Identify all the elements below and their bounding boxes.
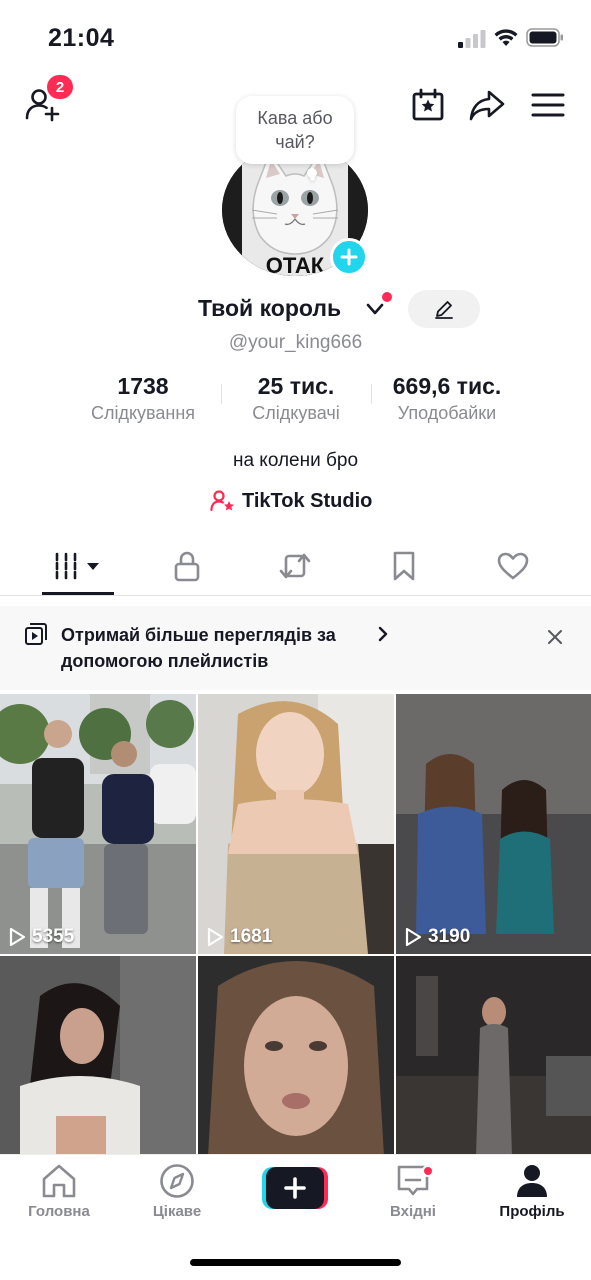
stat-followers[interactable]: 25 тис. Слідкувачі (236, 372, 356, 426)
home-icon (42, 1164, 76, 1198)
play-icon (9, 927, 26, 947)
share-profile-button[interactable] (466, 84, 508, 126)
close-icon (548, 630, 562, 644)
nav-profile-label: Профіль (499, 1203, 565, 1220)
video-thumbnail[interactable] (198, 956, 394, 1156)
stat-divider (371, 384, 372, 404)
nav-discover-label: Цікаве (152, 1203, 202, 1220)
playlist-icon (25, 623, 47, 645)
stat-divider (221, 384, 222, 404)
display-name[interactable]: Твой король (198, 295, 341, 322)
wifi-icon (494, 29, 518, 46)
notification-dot (382, 292, 392, 302)
playlist-banner[interactable]: Отримай більше переглядів за допомогою п… (0, 606, 591, 690)
videos-grid-icon (55, 552, 99, 580)
view-count: 1681 (206, 926, 272, 948)
lock-icon (174, 551, 200, 582)
profile-tabs (0, 538, 591, 596)
chevron-down-icon[interactable] (366, 300, 384, 318)
view-count-value: 5355 (32, 926, 75, 947)
play-icon (207, 927, 224, 947)
stat-value: 1738 (117, 373, 169, 399)
plus-icon (340, 248, 358, 266)
video-thumbnail[interactable]: 3190 (396, 694, 591, 954)
stat-label: Слідкувачі (252, 403, 340, 423)
menu-button[interactable] (527, 84, 569, 126)
video-thumbnail-image (396, 956, 591, 1156)
note-text: Кава або чай? (257, 108, 333, 152)
close-banner-button[interactable] (542, 624, 568, 650)
video-thumbnail[interactable]: 1681 (198, 694, 394, 954)
stat-value: 25 тис. (257, 373, 335, 399)
battery-icon (526, 28, 563, 47)
hamburger-menu-icon (531, 93, 565, 117)
video-thumbnail-image (0, 956, 196, 1156)
user-star-icon (210, 490, 234, 512)
nav-discover[interactable]: Цікаве (122, 1163, 232, 1233)
pencil-icon (435, 301, 453, 319)
view-count-value: 1681 (230, 926, 273, 947)
status-bar: 21:04 (0, 0, 591, 70)
status-time: 21:04 (48, 24, 115, 52)
video-thumbnail-image (0, 694, 196, 954)
chevron-right-icon (378, 626, 388, 642)
note-bubble[interactable]: Кава або чай? (236, 96, 354, 164)
add-story-button[interactable] (330, 238, 368, 276)
video-thumbnail-image (198, 694, 394, 954)
stat-likes[interactable]: 669,6 тис. Уподобайки (378, 372, 516, 426)
profile-icon (517, 1165, 547, 1197)
home-indicator (190, 1259, 401, 1266)
calendar-star-icon (412, 88, 444, 121)
video-thumbnail-image (396, 694, 591, 954)
nav-inbox[interactable]: Вхідні (358, 1163, 468, 1233)
stat-value: 669,6 тис. (392, 373, 502, 399)
nav-home-label: Головна (28, 1203, 90, 1220)
nav-inbox-label: Вхідні (390, 1203, 436, 1220)
stat-label: Уподобайки (397, 403, 497, 423)
avatar-caption: ОТАК (266, 253, 325, 276)
video-thumbnail-image (198, 956, 394, 1156)
video-thumbnail[interactable] (0, 956, 196, 1156)
view-count: 5355 (8, 926, 74, 948)
nav-profile[interactable]: Профіль (477, 1163, 587, 1233)
tiktok-studio-label: TikTok Studio (242, 489, 373, 512)
stat-label: Слідкування (90, 403, 196, 423)
heart-icon (497, 552, 529, 580)
stat-following[interactable]: 1738 Слідкування (80, 372, 206, 426)
inbox-notification-dot (422, 1165, 434, 1177)
cellular-signal-icon (458, 30, 486, 48)
bio: на колени бро (232, 450, 359, 471)
tab-reposts[interactable] (236, 538, 354, 594)
tab-videos[interactable] (20, 538, 138, 594)
repost-icon (279, 553, 311, 579)
friends-badge: 2 (47, 75, 73, 99)
compass-icon (160, 1164, 194, 1198)
create-button[interactable] (262, 1167, 328, 1209)
bookmark-icon (393, 551, 415, 581)
tab-active-indicator (42, 592, 114, 595)
tab-liked[interactable] (454, 538, 572, 594)
share-icon (469, 90, 505, 121)
create-plus-icon (262, 1167, 328, 1209)
creator-calendar-button[interactable] (407, 84, 449, 126)
playlist-banner-text: Отримай більше переглядів за допомогою п… (61, 625, 336, 671)
nav-home[interactable]: Головна (4, 1163, 114, 1233)
tab-private[interactable] (128, 538, 246, 594)
tab-saved[interactable] (345, 538, 463, 594)
tiktok-studio-link[interactable]: TikTok Studio (210, 488, 372, 514)
name-row: Твой король (0, 290, 591, 330)
note-bubble-tail-small (310, 176, 315, 181)
view-count: 3190 (404, 926, 470, 948)
username: @your_king666 (228, 332, 363, 353)
play-icon (405, 927, 422, 947)
video-thumbnail[interactable]: 5355 (0, 694, 196, 954)
edit-profile-button[interactable] (408, 290, 480, 328)
video-thumbnail[interactable] (396, 956, 591, 1156)
view-count-value: 3190 (428, 926, 471, 947)
